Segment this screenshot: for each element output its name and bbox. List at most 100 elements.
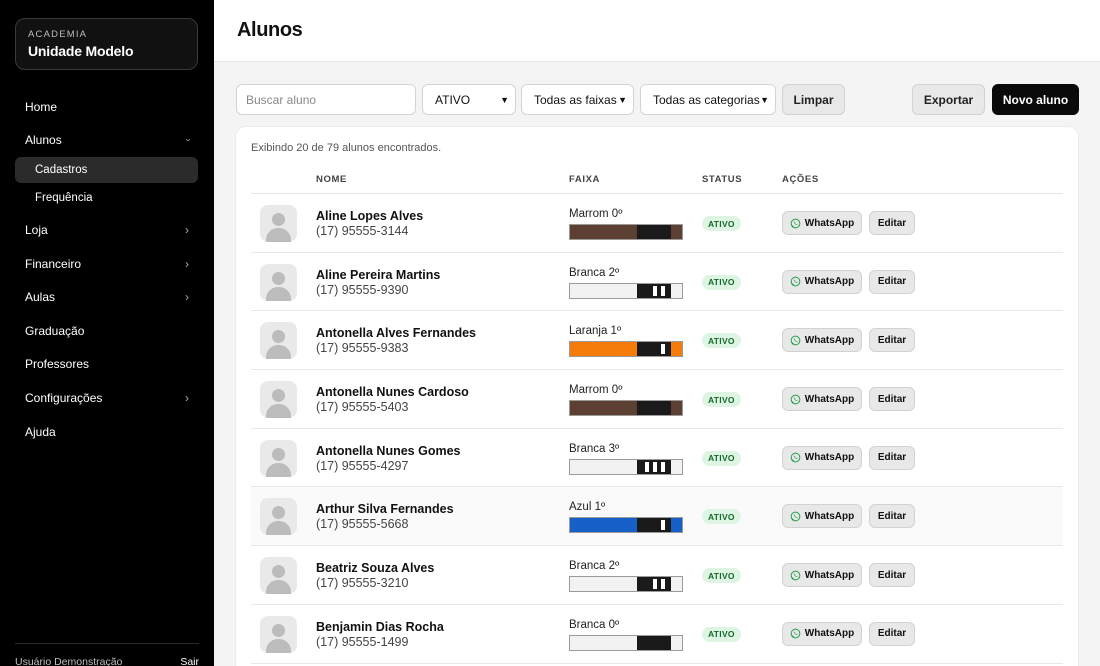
sidebar-item-label: Loja	[25, 222, 48, 237]
clear-button[interactable]: Limpar	[782, 84, 845, 115]
search-input[interactable]: Buscar aluno	[236, 84, 416, 115]
chevron-down-icon: ▼	[500, 94, 509, 105]
sidebar-item-label: Frequência	[35, 192, 93, 205]
sidebar: ACADEMIA Unidade Modelo Home Alunos › Cad…	[0, 0, 214, 666]
whatsapp-icon	[790, 218, 801, 228]
edit-button[interactable]: Editar	[869, 445, 915, 470]
student-name[interactable]: Aline Lopes Alves	[316, 209, 423, 223]
sidebar-item-graduacao[interactable]: Graduação	[15, 314, 198, 348]
sidebar-item-label: Professores	[25, 357, 90, 372]
whatsapp-button[interactable]: WhatsApp	[782, 328, 862, 353]
student-name[interactable]: Arthur Silva Fernandes	[316, 502, 454, 516]
status-select[interactable]: ATIVO ▼	[422, 84, 516, 115]
table-row: Benjamin Dias Rocha (17) 95555-1499 Bran…	[251, 605, 1063, 664]
belt-graphic	[569, 634, 683, 651]
edit-button[interactable]: Editar	[869, 328, 915, 353]
column-header-status: STATUS	[702, 174, 743, 185]
sidebar-subitem-cadastros[interactable]: Cadastros	[15, 157, 198, 184]
whatsapp-label: WhatsApp	[804, 393, 855, 405]
belt-label: Marrom 0º	[569, 384, 623, 397]
table-row: Antonella Alves Fernandes (17) 95555-938…	[251, 311, 1063, 371]
chevron-right-icon: ›	[185, 222, 189, 237]
whatsapp-button[interactable]: WhatsApp	[782, 504, 862, 529]
whatsapp-label: WhatsApp	[804, 628, 855, 640]
whatsapp-button[interactable]: WhatsApp	[782, 621, 862, 646]
sidebar-item-alunos[interactable]: Alunos ›	[15, 124, 198, 158]
student-name[interactable]: Benjamin Dias Rocha	[316, 620, 444, 634]
belt-stripe	[661, 344, 665, 355]
table-row: Beatriz Souza Alves (17) 95555-3210 Bran…	[251, 546, 1063, 605]
sidebar-item-professores[interactable]: Professores	[15, 348, 198, 382]
avatar	[260, 439, 297, 477]
status-badge: ATIVO	[702, 509, 741, 525]
student-name[interactable]: Antonella Alves Fernandes	[316, 326, 476, 340]
sidebar-item-home[interactable]: Home	[15, 90, 198, 124]
sidebar-item-financeiro[interactable]: Financeiro ›	[15, 247, 198, 281]
whatsapp-button[interactable]: WhatsApp	[782, 269, 862, 294]
table-header: NOME FAIXA STATUS AÇÕES	[251, 172, 1063, 194]
column-header-actions: AÇÕES	[782, 174, 819, 185]
status-badge: ATIVO	[702, 626, 741, 642]
student-phone: (17) 95555-5403	[316, 400, 409, 415]
table-body: Aline Lopes Alves (17) 95555-3144 Marrom…	[251, 194, 1063, 664]
status-badge: ATIVO	[702, 333, 741, 349]
whatsapp-button[interactable]: WhatsApp	[782, 445, 862, 470]
student-name[interactable]: Antonella Nunes Gomes	[316, 444, 460, 458]
student-name[interactable]: Antonella Nunes Cardoso	[316, 385, 469, 399]
status-badge: ATIVO	[702, 568, 741, 584]
sidebar-subitem-frequencia[interactable]: Frequência	[15, 185, 198, 211]
belt-stripe	[661, 461, 665, 472]
status-badge: ATIVO	[702, 392, 741, 408]
export-button[interactable]: Exportar	[912, 84, 985, 115]
brand-name: Unidade Modelo	[28, 43, 134, 59]
whatsapp-icon	[790, 276, 801, 287]
chevron-right-icon: ›	[185, 390, 189, 405]
student-name[interactable]: Beatriz Souza Alves	[316, 561, 434, 575]
edit-button[interactable]: Editar	[869, 504, 915, 529]
filters-toolbar: Buscar aluno ATIVO ▼ Todas as faixas ▼ Tod…	[236, 84, 1079, 115]
edit-button[interactable]: Editar	[869, 563, 915, 588]
avatar	[260, 381, 297, 419]
edit-button[interactable]: Editar	[869, 387, 915, 412]
whatsapp-label: WhatsApp	[804, 510, 855, 522]
sidebar-item-ajuda[interactable]: Ajuda	[15, 415, 198, 449]
belt-label: Branca 2º	[569, 266, 620, 279]
chevron-right-icon: ›	[185, 256, 189, 271]
whatsapp-icon	[790, 335, 801, 346]
belt-stripe	[653, 461, 657, 472]
belt-graphic	[569, 400, 683, 417]
belt-select[interactable]: Todas as faixas ▼	[521, 84, 634, 115]
edit-button[interactable]: Editar	[869, 621, 915, 646]
sidebar-item-loja[interactable]: Loja ›	[15, 213, 198, 247]
whatsapp-button[interactable]: WhatsApp	[782, 563, 862, 588]
belt-graphic	[569, 576, 683, 593]
whatsapp-icon	[790, 628, 801, 639]
table-row: Arthur Silva Fernandes (17) 95555-5668 A…	[251, 487, 1063, 547]
sidebar-item-label: Financeiro	[25, 256, 82, 271]
page-header: Alunos	[214, 0, 1100, 62]
brand-kicker: ACADEMIA	[28, 29, 88, 40]
belt-graphic	[569, 517, 683, 534]
logout-link[interactable]: Sair	[180, 656, 199, 666]
unit-switcher[interactable]: ACADEMIA Unidade Modelo	[15, 18, 198, 70]
belt-label: Branca 2º	[569, 560, 620, 573]
avatar	[260, 498, 297, 536]
whatsapp-label: WhatsApp	[804, 569, 855, 581]
student-name[interactable]: Aline Pereira Martins	[316, 268, 440, 282]
table-row: Antonella Nunes Cardoso (17) 95555-5403 …	[251, 370, 1063, 429]
sidebar-item-configuracoes[interactable]: Configurações ›	[15, 381, 198, 415]
status-badge: ATIVO	[702, 450, 741, 466]
avatar	[260, 615, 297, 653]
category-select[interactable]: Todas as categorias ▼	[640, 84, 776, 115]
sidebar-footer: Usuário Demonstração Sair	[15, 643, 199, 666]
whatsapp-button[interactable]: WhatsApp	[782, 211, 862, 235]
new-student-button[interactable]: Novo aluno	[992, 84, 1079, 115]
sidebar-item-aulas[interactable]: Aulas ›	[15, 280, 198, 314]
belt-stripe	[661, 579, 665, 590]
edit-button[interactable]: Editar	[869, 211, 915, 235]
belt-graphic	[569, 224, 683, 240]
whatsapp-button[interactable]: WhatsApp	[782, 387, 862, 412]
student-phone: (17) 95555-5668	[316, 517, 409, 532]
edit-button[interactable]: Editar	[869, 269, 915, 294]
chevron-right-icon: ›	[185, 290, 189, 305]
